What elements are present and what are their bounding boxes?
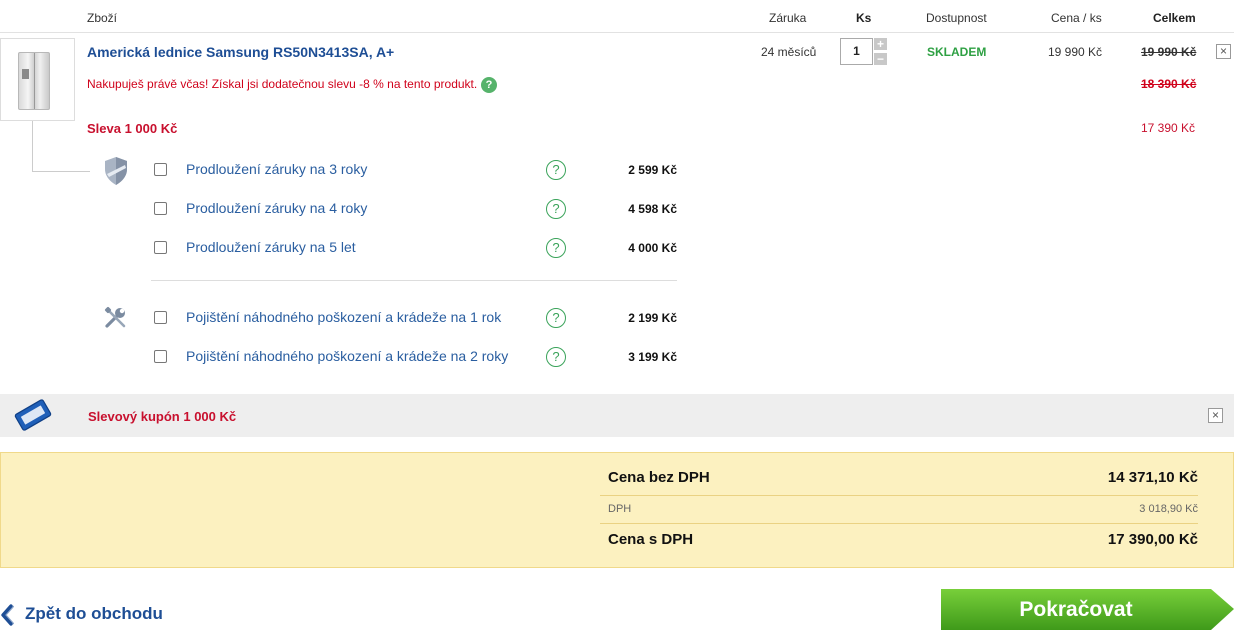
vat-label: DPH [608, 503, 632, 515]
total-final-price: 17 390 Kč [1141, 121, 1196, 135]
wrench-screwdriver-icon [104, 306, 126, 328]
services-divider [151, 280, 677, 281]
service-price-warranty-5y: 4 000 Kč [628, 241, 677, 255]
summary-divider [600, 523, 1198, 524]
fridge-image [18, 52, 50, 110]
service-label-insurance-1y[interactable]: Pojištění náhodného poškození a krádeže … [186, 309, 501, 325]
help-icon[interactable]: ? [546, 238, 566, 258]
service-label-warranty-5y[interactable]: Prodloužení záruky na 5 let [186, 239, 356, 255]
service-checkbox-warranty-5y[interactable] [154, 241, 167, 254]
col-header-warranty: Záruka [769, 11, 807, 25]
service-price-warranty-4y: 4 598 Kč [628, 202, 677, 216]
col-header-qty: Ks [856, 11, 872, 25]
price-without-vat-label: Cena bez DPH [608, 469, 710, 486]
product-warranty: 24 měsíců [761, 45, 817, 59]
service-price-warranty-3y: 2 599 Kč [628, 163, 677, 177]
price-with-vat-label: Cena s DPH [608, 531, 694, 548]
col-header-total: Celkem [1153, 11, 1196, 25]
price-with-vat-value: 17 390,00 Kč [1107, 531, 1198, 548]
col-header-unit-price: Cena / ks [1051, 11, 1102, 25]
header-divider [0, 32, 1234, 33]
price-without-vat-value: 14 371,10 Kč [1107, 469, 1198, 486]
continue-button[interactable]: Pokračovat [941, 589, 1234, 630]
col-header-availability: Dostupnost [926, 11, 987, 25]
coupon-label: Slevový kupón 1 000 Kč [88, 409, 237, 424]
service-label-insurance-2y[interactable]: Pojištění náhodného poškození a krádeže … [186, 348, 508, 364]
continue-button-label: Pokračovat [1019, 598, 1133, 621]
service-label-warranty-4y[interactable]: Prodloužení záruky na 4 roky [186, 200, 367, 216]
back-to-shop-link[interactable]: Zpět do obchodu [25, 604, 163, 624]
discount-label: Sleva 1 000 Kč [87, 121, 178, 136]
quantity-input[interactable]: 1 [840, 38, 873, 65]
total-original-price: 19 990 Kč [1141, 45, 1197, 59]
service-price-insurance-1y: 2 199 Kč [628, 311, 677, 325]
help-icon[interactable]: ? [546, 308, 566, 328]
help-icon[interactable]: ? [546, 199, 566, 219]
qty-increment-button[interactable]: + [874, 38, 887, 50]
chevron-left-icon[interactable] [0, 604, 14, 626]
service-checkbox-insurance-2y[interactable] [154, 350, 167, 363]
unit-price: 19 990 Kč [1048, 45, 1103, 59]
product-name-link[interactable]: Americká lednice Samsung RS50N3413SA, A+ [87, 44, 394, 60]
product-thumbnail[interactable] [0, 38, 75, 121]
availability-status: SKLADEM [927, 45, 987, 59]
remove-product-button[interactable]: × [1216, 44, 1231, 59]
summary-divider [600, 495, 1198, 496]
qty-decrement-button[interactable]: − [874, 53, 887, 65]
help-icon[interactable]: ? [546, 160, 566, 180]
service-checkbox-insurance-1y[interactable] [154, 311, 167, 324]
service-checkbox-warranty-3y[interactable] [154, 163, 167, 176]
help-icon[interactable]: ? [546, 347, 566, 367]
shield-icon [105, 157, 127, 185]
service-checkbox-warranty-4y[interactable] [154, 202, 167, 215]
vat-value: 3 018,90 Kč [1139, 503, 1198, 515]
promo-message: Nakupuješ právě včas! Získal jsi dodateč… [87, 77, 478, 91]
remove-coupon-button[interactable]: × [1208, 408, 1223, 423]
service-label-warranty-3y[interactable]: Prodloužení záruky na 3 roky [186, 161, 367, 177]
service-price-insurance-2y: 3 199 Kč [628, 350, 677, 364]
promo-help-icon[interactable]: ? [481, 77, 497, 93]
tree-connector [32, 121, 33, 172]
coupon-ticket-icon [14, 399, 52, 431]
col-header-item: Zboží [87, 11, 118, 25]
tree-connector-horizontal [32, 171, 90, 172]
total-promo-price: 18 390 Kč [1141, 77, 1197, 91]
